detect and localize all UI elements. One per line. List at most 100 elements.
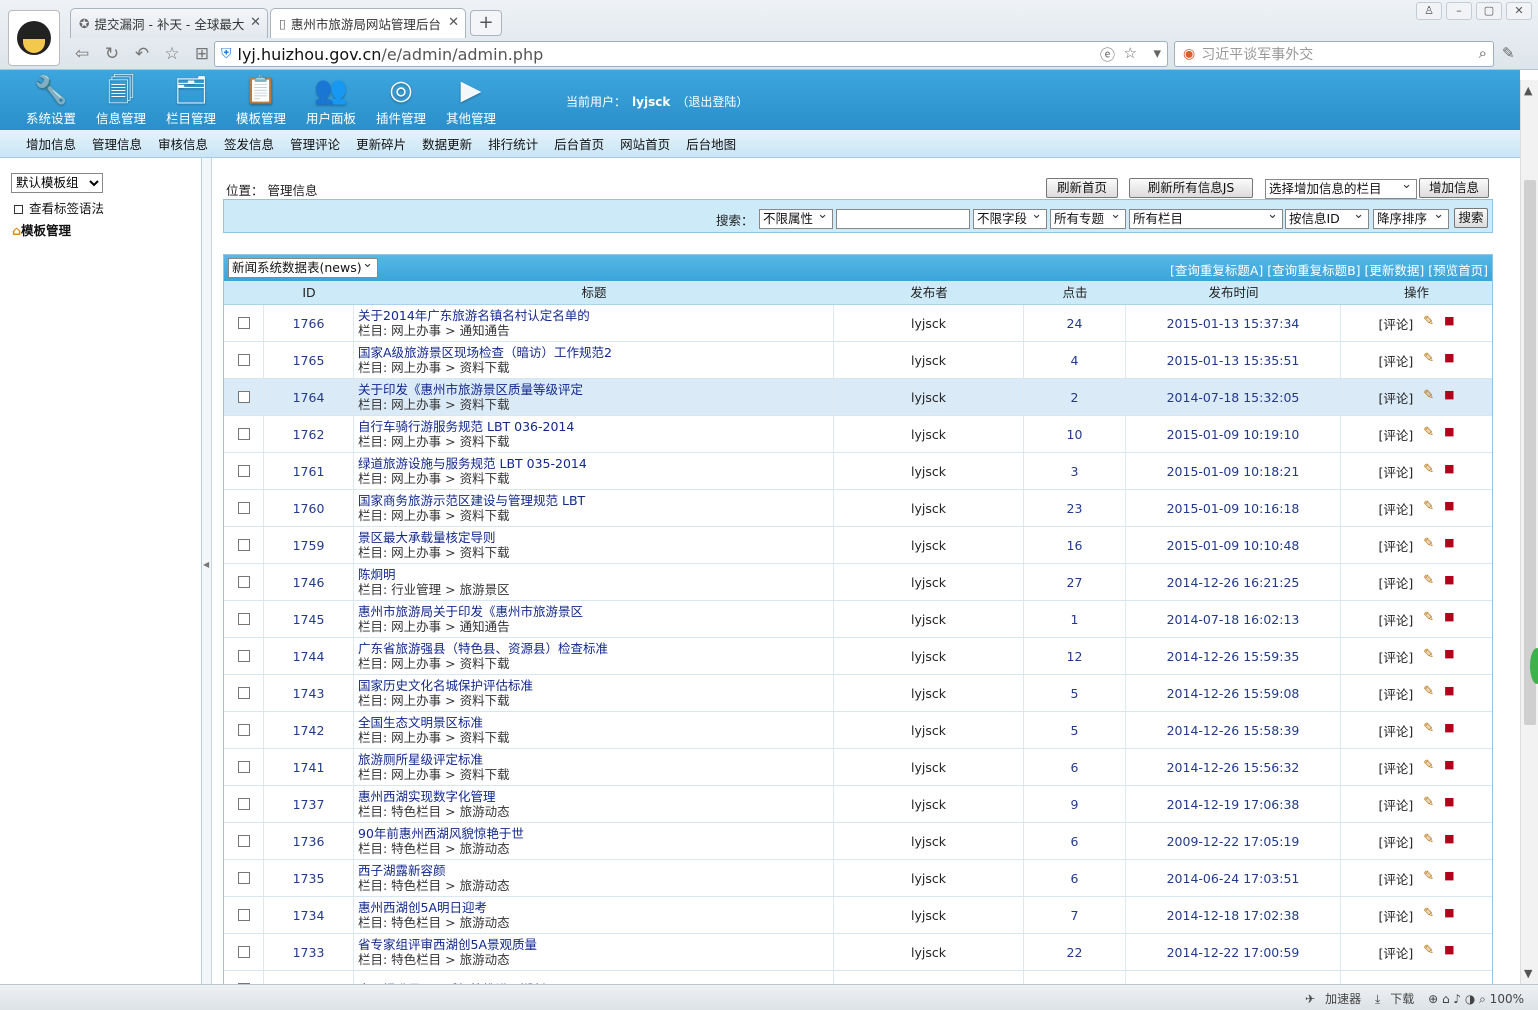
row-checkbox[interactable] [237, 872, 250, 884]
topic-select[interactable]: 所有专题 [1050, 209, 1126, 229]
row-title-link[interactable]: 全国生态文明景区标准 [358, 715, 510, 730]
sort-direction-select[interactable]: 降序排序 [1373, 209, 1449, 229]
edit-icon[interactable]: ✎ [1423, 499, 1434, 518]
row-checkbox[interactable] [237, 539, 250, 551]
field-select[interactable]: 不限字段 [973, 209, 1047, 229]
minimize-icon[interactable]: – [1446, 2, 1472, 20]
row-checkbox[interactable] [237, 724, 250, 736]
row-checkbox[interactable] [237, 835, 250, 847]
topbar-item-info[interactable]: 🗐 信息管理 [86, 74, 156, 127]
scroll-down-icon[interactable]: ▼ [1524, 967, 1532, 980]
bookmark-star-icon[interactable]: ☆ [1124, 44, 1137, 62]
row-title-link[interactable]: 广东省旅游强县（特色县、资源县）检查标准 [358, 641, 608, 656]
add-column-select[interactable]: 选择增加信息的栏目 [1265, 179, 1417, 199]
apps-grid-icon[interactable]: ⊞ [190, 42, 214, 66]
delete-icon[interactable]: ■ [1444, 462, 1454, 481]
search-button[interactable]: 搜索 [1454, 208, 1488, 228]
download-label[interactable]: 下载 [1390, 992, 1414, 1006]
row-comment-link[interactable]: [评论] [1378, 684, 1413, 703]
row-checkbox[interactable] [237, 687, 250, 699]
browser-tab-1[interactable]: ✪ 提交漏洞 - 补天 - 全球最大 ✕ [70, 8, 268, 38]
menu-manage-info[interactable]: 管理信息 [92, 134, 142, 153]
row-comment-link[interactable]: [评论] [1378, 832, 1413, 851]
topbar-item-users[interactable]: 👥 用户面板 [296, 74, 366, 127]
dropdown-arrow-icon[interactable]: ▾ [1153, 44, 1161, 62]
download-icon[interactable]: ⤓ [1375, 992, 1380, 1006]
refresh-icon[interactable]: ↻ [100, 42, 124, 66]
delete-icon[interactable]: ■ [1444, 536, 1454, 555]
row-comment-link[interactable]: [评论] [1378, 351, 1413, 370]
row-checkbox[interactable] [237, 428, 250, 440]
edit-icon[interactable]: ✎ [1423, 721, 1434, 740]
menu-admin-home[interactable]: 后台首页 [554, 134, 604, 153]
row-title-link[interactable]: 90年前惠州西湖风貌惊艳于世 [358, 826, 524, 841]
search-icon[interactable]: ⌕ [1479, 44, 1487, 62]
row-comment-link[interactable]: [评论] [1378, 388, 1413, 407]
edit-icon[interactable]: ✎ [1423, 388, 1434, 407]
delete-icon[interactable]: ■ [1444, 869, 1454, 888]
menu-site-home[interactable]: 网站首页 [620, 134, 670, 153]
row-title-link[interactable]: 惠州西湖实现数字化管理 [358, 789, 510, 804]
new-tab-button[interactable]: + [470, 10, 502, 36]
topbar-item-other[interactable]: ▶ 其他管理 [436, 74, 506, 127]
row-comment-link[interactable]: [评论] [1378, 647, 1413, 666]
delete-icon[interactable]: ■ [1444, 758, 1454, 777]
edit-icon[interactable]: ✎ [1423, 869, 1434, 888]
row-title-link[interactable]: 绿道旅游设施与服务规范 LBT 035-2014 [358, 456, 587, 471]
sidebar-link-template-manage[interactable]: ⌂模板管理 [12, 220, 71, 239]
edit-icon[interactable]: ✎ [1423, 684, 1434, 703]
topbar-item-column[interactable]: 🗂 栏目管理 [156, 74, 226, 127]
row-checkbox[interactable] [237, 946, 250, 958]
edit-icon[interactable]: ✎ [1423, 758, 1434, 777]
row-comment-link[interactable]: [评论] [1378, 869, 1413, 888]
collapse-arrow-icon[interactable]: ◀ [203, 560, 209, 569]
add-info-button[interactable]: 增加信息 [1419, 178, 1489, 198]
refresh-home-button[interactable]: 刷新首页 [1046, 178, 1118, 198]
vertical-scrollbar[interactable]: ▲ ▼ [1520, 80, 1538, 984]
topbar-item-template[interactable]: 📋 模板管理 [226, 74, 296, 127]
row-comment-link[interactable]: [评论] [1378, 462, 1413, 481]
refresh-all-js-button[interactable]: 刷新所有信息JS [1129, 178, 1253, 198]
row-comment-link[interactable]: [评论] [1378, 906, 1413, 925]
column-select[interactable]: 所有栏目 [1129, 209, 1283, 229]
row-comment-link[interactable]: [评论] [1378, 314, 1413, 333]
order-by-select[interactable]: 按信息ID [1285, 209, 1369, 229]
menu-review-info[interactable]: 审核信息 [158, 134, 208, 153]
row-comment-link[interactable]: [评论] [1378, 610, 1413, 629]
delete-icon[interactable]: ■ [1444, 388, 1454, 407]
row-comment-link[interactable]: [评论] [1378, 943, 1413, 962]
sidebar-link-tag-syntax[interactable]: 查看标签语法 [14, 198, 104, 217]
row-comment-link[interactable]: [评论] [1378, 499, 1413, 518]
sidebar-splitter[interactable]: ◀ [202, 158, 212, 984]
edit-icon[interactable]: ✎ [1423, 425, 1434, 444]
topbar-item-plugins[interactable]: ◎ 插件管理 [366, 74, 436, 127]
edit-icon[interactable]: ✎ [1423, 647, 1434, 666]
accelerator-icon[interactable]: ✈ [1305, 992, 1315, 1006]
edit-icon[interactable]: ✎ [1423, 351, 1434, 370]
browser-search-box[interactable]: ◉ 习近平谈军事外交 ⌕ [1174, 41, 1494, 67]
menu-admin-map[interactable]: 后台地图 [686, 134, 736, 153]
row-comment-link[interactable]: [评论] [1378, 721, 1413, 740]
row-comment-link[interactable]: [评论] [1378, 425, 1413, 444]
row-title-link[interactable]: 自行车骑行游服务规范 LBT 036-2014 [358, 419, 574, 434]
undo-icon[interactable]: ↶ [130, 42, 154, 66]
skin-icon[interactable]: ♙ [1416, 2, 1442, 20]
menu-data-update[interactable]: 数据更新 [422, 134, 472, 153]
row-comment-link[interactable]: [评论] [1378, 758, 1413, 777]
delete-icon[interactable]: ■ [1444, 573, 1454, 592]
row-checkbox[interactable] [237, 909, 250, 921]
maximize-icon[interactable]: ▢ [1476, 2, 1502, 20]
edit-icon[interactable]: ✎ [1423, 943, 1434, 962]
row-checkbox[interactable] [237, 613, 250, 625]
delete-icon[interactable]: ■ [1444, 832, 1454, 851]
close-tab-icon[interactable]: ✕ [250, 15, 261, 30]
delete-icon[interactable]: ■ [1444, 610, 1454, 629]
row-checkbox[interactable] [237, 761, 250, 773]
row-checkbox[interactable] [237, 650, 250, 662]
row-title-link[interactable]: 关于印发《惠州市旅游景区质量等级评定 [358, 382, 583, 397]
menu-update-fragments[interactable]: 更新碎片 [356, 134, 406, 153]
attr-select[interactable]: 不限属性 [759, 209, 833, 229]
menu-manage-comments[interactable]: 管理评论 [290, 134, 340, 153]
address-bar[interactable]: ⛨ lyj.huizhou.gov.cn /e/admin/admin.php … [214, 41, 1168, 67]
delete-icon[interactable]: ■ [1444, 314, 1454, 333]
